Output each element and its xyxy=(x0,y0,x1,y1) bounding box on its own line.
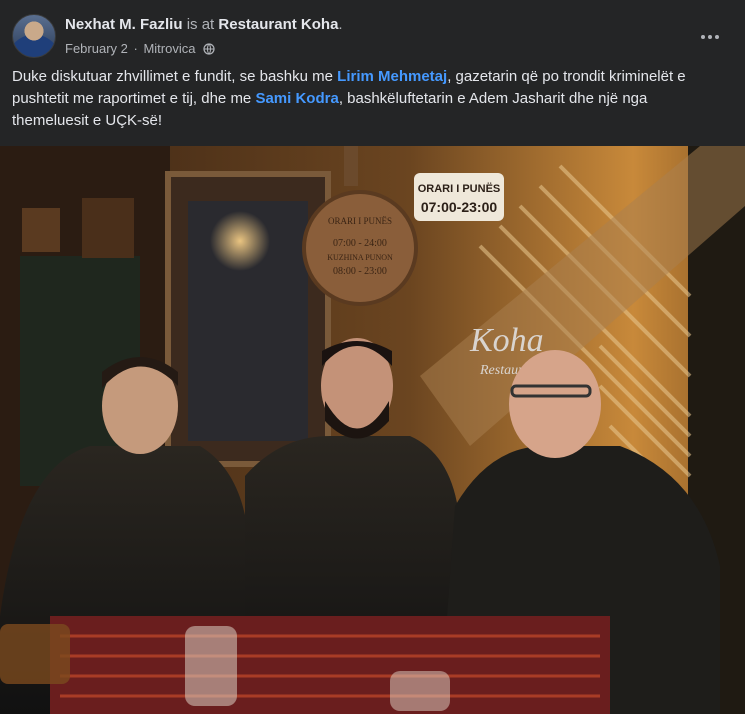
lamp-glow xyxy=(210,211,270,271)
more-options-button[interactable] xyxy=(695,22,725,52)
author-avatar[interactable] xyxy=(12,14,56,58)
more-options-icon xyxy=(701,35,719,39)
meta-separator: · xyxy=(133,41,138,57)
mention-sami-kodra[interactable]: Sami Kodra xyxy=(255,90,338,107)
place-suffix: . xyxy=(338,16,343,33)
mention-lirim-mehmetaj[interactable]: Lirim Mehmetaj xyxy=(337,68,447,85)
is-at-text: is at xyxy=(182,16,219,33)
location-link[interactable]: Mitrovica xyxy=(143,41,195,56)
glass-right xyxy=(390,671,450,711)
post-photo[interactable]: ORARI I PUNËS 07:00-23:00 ORARI I PUNËS … xyxy=(0,146,745,714)
post-date-link[interactable]: February 2 xyxy=(65,41,128,56)
wood-sign-line-2: KUZHINA PUNON xyxy=(327,253,393,262)
koha-logo: Koha xyxy=(469,322,544,359)
restaurant-photo-illustration: ORARI I PUNËS 07:00-23:00 ORARI I PUNËS … xyxy=(0,146,745,714)
post-text-part-1: Duke diskutuar zhvillimet e fundit, se b… xyxy=(12,68,338,85)
facebook-post: Nexhat M. Fazliu is at Restaurant Koha. … xyxy=(0,0,745,714)
post-meta: February 2 · Mitrovica xyxy=(65,40,215,56)
table-cloth xyxy=(50,616,610,714)
hours-sign-time: 07:00-23:00 xyxy=(421,199,497,215)
wood-sign-line-1: 07:00 - 24:00 xyxy=(333,238,387,249)
post-text: Duke diskutuar zhvillimet e fundit, se b… xyxy=(12,66,712,132)
tea-glass xyxy=(0,624,70,684)
hanging-pot-2 xyxy=(82,198,134,258)
author-line: Nexhat M. Fazliu is at Restaurant Koha. xyxy=(65,16,343,33)
author-name-link[interactable]: Nexhat M. Fazliu xyxy=(65,16,183,33)
hanging-pot-1 xyxy=(22,208,60,252)
wood-sign-title: ORARI I PUNËS xyxy=(328,216,392,226)
wood-sign-handle xyxy=(344,146,358,186)
post-header: Nexhat M. Fazliu is at Restaurant Koha. … xyxy=(12,14,733,58)
water-glass xyxy=(185,626,237,706)
place-link[interactable]: Restaurant Koha xyxy=(218,16,338,33)
wood-sign-line-3: 08:00 - 23:00 xyxy=(333,266,387,277)
globe-icon[interactable] xyxy=(203,42,215,55)
hours-sign-title: ORARI I PUNËS xyxy=(418,182,501,195)
